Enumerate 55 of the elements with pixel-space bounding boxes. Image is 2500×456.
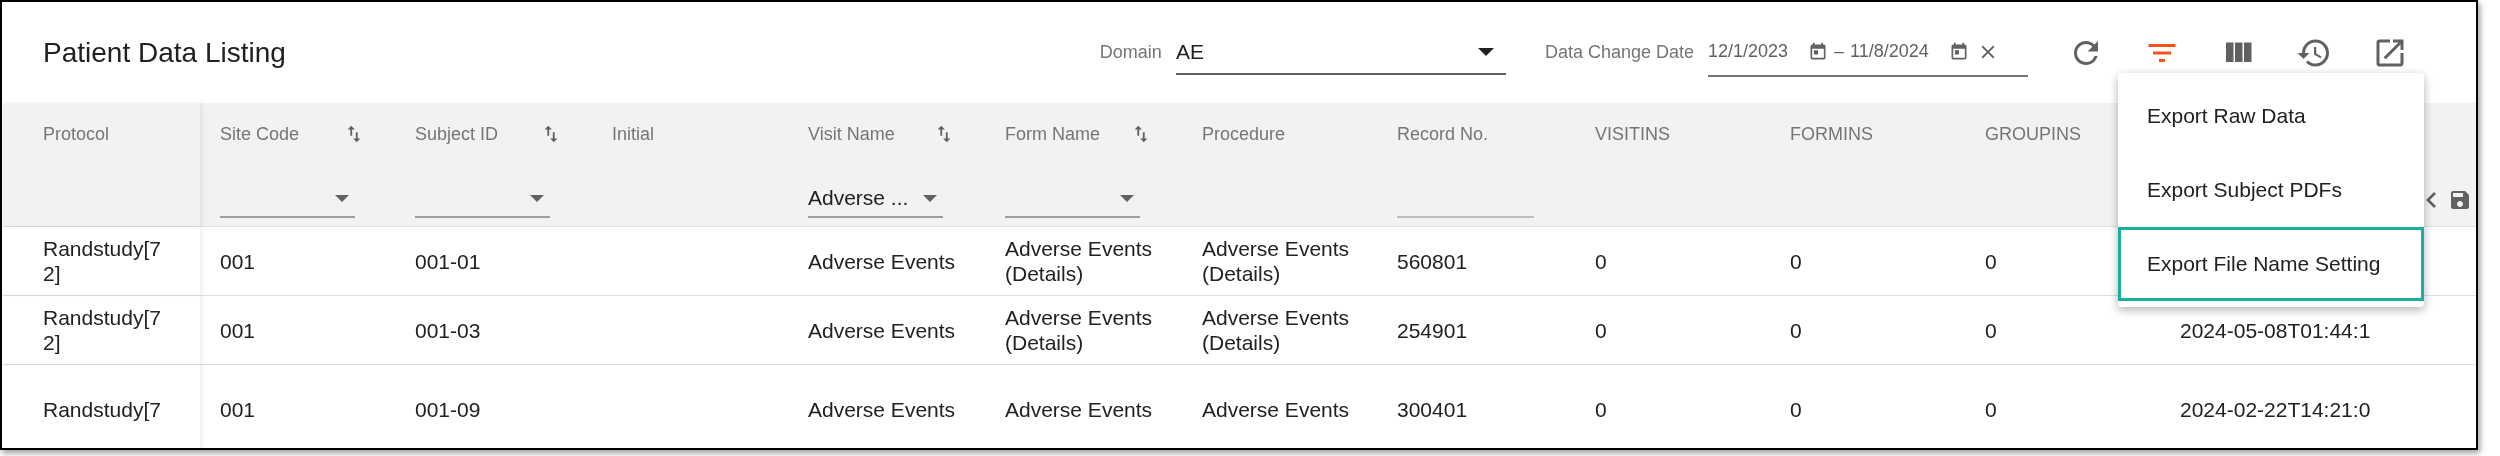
table-cell-text: Randstudy[72] xyxy=(43,236,162,286)
column-header: Visit Name xyxy=(808,122,895,146)
date-label: Data Change Date xyxy=(1544,41,1694,64)
table-cell: 560801 xyxy=(1397,248,1468,274)
table-cell-text: Adverse Events xyxy=(1202,397,1351,422)
table-cell: 0 xyxy=(1790,317,1802,343)
table-cell: Adverse Events xyxy=(808,397,956,422)
column-header: VISITINS xyxy=(1595,122,1670,146)
page-title: Patient Data Listing xyxy=(42,35,286,70)
start-date: 12/1/2023 xyxy=(1708,40,1789,63)
table-cell: 0 xyxy=(1985,397,1997,422)
range-separator: – xyxy=(1834,40,1845,63)
column-header: Record No. xyxy=(1397,122,1489,146)
table-cell: 2024-02-22T14:21:0 xyxy=(2180,397,2371,422)
table-cell: 2024-05-08T01:44:1 xyxy=(2180,317,2371,343)
menu-item[interactable]: Export Raw Data xyxy=(2118,79,2424,153)
column-header: Initial xyxy=(612,122,655,146)
table-cell: 0 xyxy=(1790,248,1802,274)
table-cell-text: Adverse Events (Details) xyxy=(1005,305,1154,355)
table-cell-text: Adverse Events (Details) xyxy=(1202,305,1351,355)
table-cell: 001 xyxy=(220,317,256,343)
table-cell: 001 xyxy=(220,397,256,422)
column-header: Procedure xyxy=(1202,122,1286,146)
column-header: Subject ID xyxy=(415,122,499,146)
table-cell: 0 xyxy=(1595,248,1607,274)
table-cell: 001 xyxy=(220,248,256,274)
column-filter-select[interactable]: Adverse ... xyxy=(808,180,943,218)
table-cell: 001-01 xyxy=(415,248,481,274)
column-header: GROUPINS xyxy=(1985,122,2081,146)
table-cell-text: Randstudy[72] xyxy=(43,305,162,355)
table-cell-text: Adverse Events (Details) xyxy=(1005,236,1154,286)
table-cell: 0 xyxy=(1985,317,1997,343)
column-header: Site Code xyxy=(220,122,300,146)
table-cell: Adverse Events xyxy=(808,317,956,343)
column-header: Form Name xyxy=(1005,122,1100,146)
end-date: 11/8/2024 xyxy=(1850,40,1929,63)
menu-item[interactable]: Export File Name Setting xyxy=(2118,227,2424,301)
table-cell: 0 xyxy=(1790,397,1802,422)
table-cell: 0 xyxy=(1595,397,1607,422)
table-cell: 001-09 xyxy=(415,397,481,422)
domain-label: Domain xyxy=(1099,41,1162,64)
column-header: FORMINS xyxy=(1790,122,1873,146)
table-cell: 001-03 xyxy=(415,317,481,343)
menu-item[interactable]: Export Subject PDFs xyxy=(2118,153,2424,227)
column-header: Protocol xyxy=(43,122,110,146)
table-cell: 300401 xyxy=(1397,397,1468,422)
table-cell-text: Adverse Events (Details) xyxy=(1202,236,1351,286)
table-cell: 254901 xyxy=(1397,317,1468,343)
domain-select[interactable]: AE xyxy=(1175,30,1506,75)
table-cell: 0 xyxy=(1985,248,1997,274)
table-cell: Adverse Events xyxy=(808,248,956,274)
date-range-field[interactable]: 12/1/2023 – 11/8/2024 xyxy=(1708,28,2028,77)
table-cell: 0 xyxy=(1595,317,1607,343)
table-cell-text: Adverse Events xyxy=(1005,397,1154,422)
table-cell-text: Randstudy[7 xyxy=(43,397,162,422)
